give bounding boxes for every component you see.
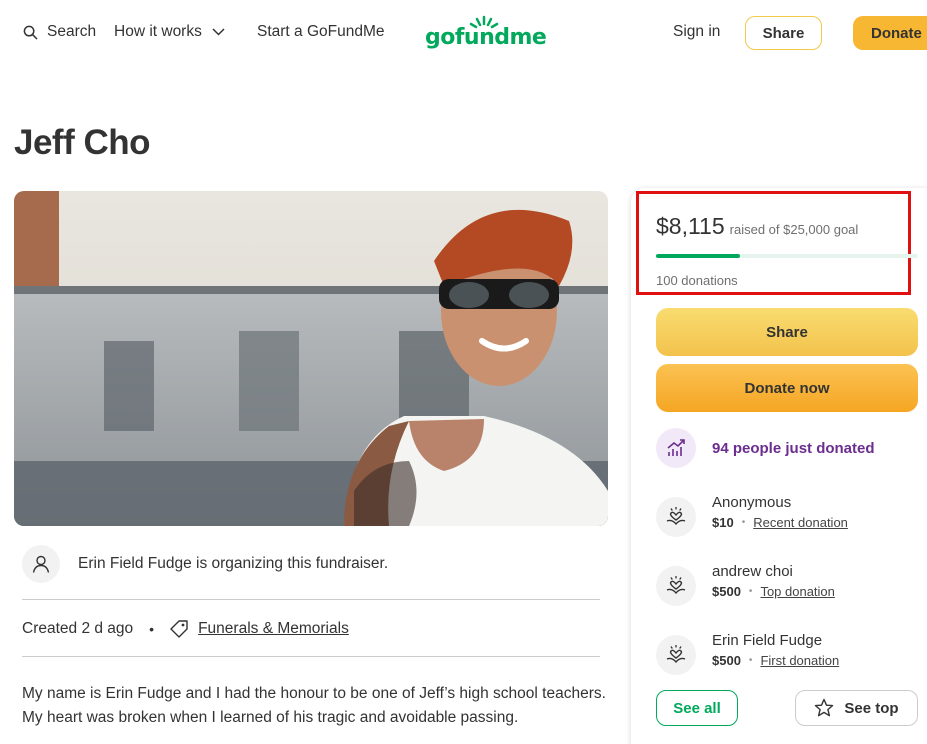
fundraiser-meta: Created 2 d ago • Funerals & Memorials <box>22 618 349 640</box>
divider <box>22 599 600 600</box>
header-share-button[interactable]: Share <box>745 16 822 50</box>
star-icon <box>815 698 834 717</box>
donor-detail: $500 • First donation <box>712 653 839 668</box>
donor-item: Anonymous $10 • Recent donation <box>656 494 848 537</box>
donor-tag-link[interactable]: First donation <box>760 653 839 668</box>
person-icon <box>32 555 50 573</box>
header-donate-label: Donate <box>871 24 922 42</box>
search-icon <box>23 25 38 39</box>
donation-hand-heart-icon <box>666 576 686 595</box>
nav-search[interactable]: Search <box>23 23 96 41</box>
recent-activity: 94 people just donated <box>656 428 875 468</box>
see-top-label: See top <box>844 699 899 717</box>
donor-name: andrew choi <box>712 563 793 580</box>
nav-start-gofundme[interactable]: Start a GoFundMe <box>257 23 385 41</box>
donor-amount: $10 <box>712 515 734 530</box>
header-share-label: Share <box>762 24 805 42</box>
donor-info: andrew choi $500 • Top donation <box>712 563 835 599</box>
donation-icon-badge <box>656 635 696 675</box>
nav-how-it-works[interactable]: How it works <box>114 23 225 41</box>
fundraiser-photo[interactable] <box>14 191 608 526</box>
donor-separator: • <box>748 586 753 597</box>
amount-raised: $8,115 raised of $25,000 goal <box>656 213 858 240</box>
fundraiser-photo-image <box>14 191 608 526</box>
created-date: Created 2 d ago <box>22 620 134 637</box>
donor-separator: • <box>748 655 753 666</box>
donor-item: andrew choi $500 • Top donation <box>656 563 835 606</box>
donor-separator: • <box>741 517 746 528</box>
logo-text: gofundme <box>425 25 547 50</box>
sign-in-label: Sign in <box>673 23 721 40</box>
page-title: Jeff Cho <box>14 123 151 162</box>
progress-fill <box>656 254 740 258</box>
story-text: My name is Erin Fudge and I had the hono… <box>22 685 606 726</box>
donor-name: Erin Field Fudge <box>712 632 823 649</box>
chevron-down-icon <box>212 28 225 36</box>
raised-amount: $8,115 <box>656 213 725 239</box>
trend-text: 94 people just donated <box>712 439 875 457</box>
category-link[interactable]: Funerals & Memorials <box>198 620 349 638</box>
donor-tag-link[interactable]: Recent donation <box>753 515 848 530</box>
trend-up-icon-badge <box>656 428 696 468</box>
donor-detail: $10 • Recent donation <box>712 515 848 530</box>
donation-hand-heart-icon <box>666 507 686 526</box>
trend-up-icon <box>667 439 685 456</box>
donor-amount: $500 <box>712 653 741 668</box>
organizer-row: Erin Field Fudge is organizing this fund… <box>22 545 388 583</box>
share-button-label: Share <box>766 323 808 341</box>
meta-separator: • <box>149 621 155 637</box>
see-all-label: See all <box>673 699 721 717</box>
see-all-button[interactable]: See all <box>656 690 738 726</box>
donation-icon-badge <box>656 497 696 537</box>
nav-start-label: Start a GoFundMe <box>257 23 385 40</box>
donate-now-button[interactable]: Donate now <box>656 364 918 412</box>
donor-name: Anonymous <box>712 494 792 511</box>
see-top-button[interactable]: See top <box>795 690 918 726</box>
donation-hand-heart-icon <box>666 645 686 664</box>
organizer-text: Erin Field Fudge is organizing this fund… <box>78 555 389 572</box>
donation-count: 100 donations <box>656 273 738 288</box>
donation-icon-badge <box>656 566 696 606</box>
header-donate-button[interactable]: Donate <box>853 16 927 50</box>
nav-search-label: Search <box>47 23 97 40</box>
nav-how-label: How it works <box>114 23 202 40</box>
donor-info: Erin Field Fudge $500 • First donation <box>712 632 839 668</box>
tag-icon <box>170 620 188 638</box>
sign-in-link[interactable]: Sign in <box>673 23 720 41</box>
organizer-avatar <box>22 545 60 583</box>
donor-info: Anonymous $10 • Recent donation <box>712 494 848 530</box>
donate-now-label: Donate now <box>744 379 830 397</box>
gofundme-logo[interactable]: gofundme <box>425 15 547 55</box>
divider <box>22 656 600 657</box>
goal-text: raised of $25,000 goal <box>729 222 859 237</box>
donor-tag-link[interactable]: Top donation <box>760 584 834 599</box>
share-button[interactable]: Share <box>656 308 918 356</box>
top-navbar: Search How it works Start a GoFundMe gof… <box>0 0 927 66</box>
progress-bar <box>656 254 918 258</box>
donor-detail: $500 • Top donation <box>712 584 835 599</box>
donor-item: Erin Field Fudge $500 • First donation <box>656 632 839 675</box>
donor-amount: $500 <box>712 584 741 599</box>
